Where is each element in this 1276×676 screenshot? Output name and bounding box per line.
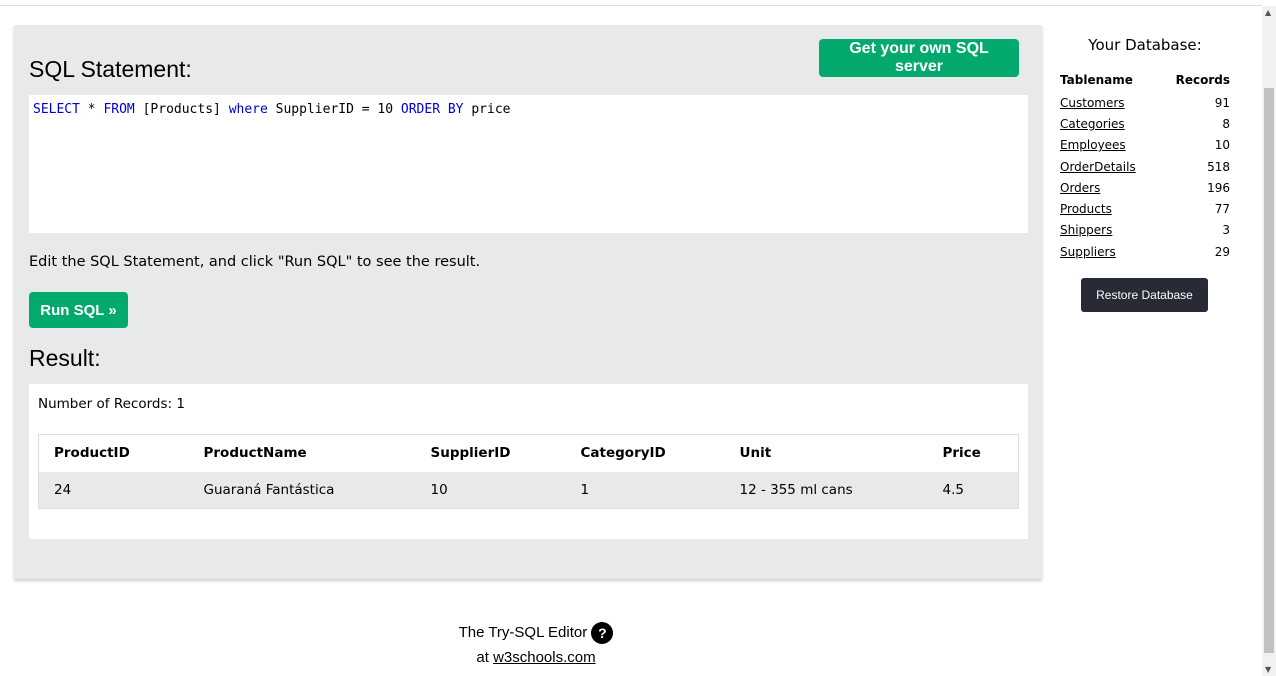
database-row: Employees 10	[1059, 135, 1231, 156]
scrollbar[interactable]: ▲ ▼	[1262, 6, 1276, 676]
sql-heading: SQL Statement:	[29, 56, 192, 82]
database-row: Orders 196	[1059, 177, 1231, 198]
scroll-up-icon[interactable]: ▲	[1265, 8, 1271, 17]
result-table: ProductID ProductName SupplierID CategoryID…	[38, 434, 1019, 509]
col-records: Records	[1175, 73, 1230, 87]
tablename-cell: Customers	[1059, 92, 1159, 113]
tablename-cell: Suppliers	[1059, 241, 1159, 262]
records-count: 10	[1214, 138, 1230, 153]
tablename-cell: Shippers	[1059, 220, 1159, 241]
database-row: OrderDetails 518	[1059, 156, 1231, 177]
database-row: Categories 8	[1059, 113, 1231, 134]
sql-text: [Products]	[134, 102, 229, 117]
column-header: ProductID	[54, 445, 130, 462]
table-cell: 10	[415, 471, 566, 509]
scrollbar-thumb[interactable]	[1264, 88, 1274, 653]
result-panel: Number of Records: 1 ProductID ProductNam…	[29, 384, 1028, 539]
restore-database-button[interactable]: Restore Database	[1081, 278, 1208, 312]
table-link[interactable]: Employees	[1060, 138, 1126, 152]
database-table: Tablename Records Customers 91 Categories 8…	[1059, 72, 1231, 262]
footer-title: The Try-SQL Editor	[458, 624, 588, 641]
records-count: 29	[1214, 244, 1230, 259]
sql-text: *	[79, 102, 104, 117]
table-link[interactable]: Customers	[1060, 96, 1125, 110]
sql-text: SupplierID = 10	[267, 102, 401, 117]
col-tablename: Tablename	[1060, 73, 1133, 87]
table-cell: 12 - 355 ml cans	[724, 471, 928, 509]
records-count: 91	[1214, 95, 1230, 110]
database-row: Suppliers 29	[1059, 241, 1231, 262]
records-count: 518	[1207, 159, 1230, 174]
table-row: 24 Guaraná Fantástica 10 1 12 - 355 ml cans 4…	[38, 471, 1019, 509]
database-title: Your Database:	[1088, 36, 1202, 54]
help-icon[interactable]: ?	[591, 622, 614, 645]
table-link[interactable]: Suppliers	[1060, 245, 1116, 259]
run-sql-button[interactable]: Run SQL »	[29, 292, 128, 328]
sql-keyword: FROM	[103, 102, 135, 117]
table-link[interactable]: OrderDetails	[1060, 160, 1136, 174]
editor-panel: SQL Statement: Get your own SQL server S…	[14, 25, 1042, 579]
result-heading: Result:	[29, 345, 101, 371]
get-sql-server-button[interactable]: Get your own SQL server	[819, 39, 1019, 77]
footer-at: at	[476, 649, 489, 666]
column-header: CategoryID	[580, 445, 666, 462]
column-header: ProductName	[203, 445, 307, 462]
records-count: 77	[1214, 202, 1230, 217]
database-row: Products 77	[1059, 198, 1231, 219]
table-cell: 1	[565, 471, 725, 509]
tablename-cell: Products	[1059, 198, 1159, 219]
records-count: 3	[1222, 223, 1230, 238]
column-header: SupplierID	[430, 445, 511, 462]
hint-text: Edit the SQL Statement, and click "Run S…	[29, 254, 481, 270]
table-cell: Guaraná Fantástica	[188, 471, 416, 509]
tablename-cell: OrderDetails	[1059, 156, 1159, 177]
records-count: 196	[1207, 180, 1230, 195]
column-header: Unit	[739, 445, 772, 462]
table-link[interactable]: Shippers	[1060, 223, 1112, 237]
sql-editor[interactable]: SELECT * FROM [Products] where SupplierI…	[29, 95, 1028, 233]
sql-keyword: where	[228, 102, 268, 117]
sql-text: price	[463, 102, 511, 117]
database-row: Shippers 3	[1059, 220, 1231, 241]
record-count: Number of Records: 1	[38, 396, 185, 412]
sql-keyword: SELECT	[33, 102, 80, 117]
column-header: Price	[942, 445, 981, 462]
tablename-cell: Categories	[1059, 113, 1159, 134]
w3schools-link[interactable]: w3schools.com	[493, 649, 596, 666]
sql-keyword: ORDER BY	[400, 102, 464, 117]
top-divider	[0, 0, 1262, 6]
database-sidebar: Your Database: Tablename Records Custome…	[1059, 36, 1231, 262]
table-link[interactable]: Products	[1060, 202, 1112, 216]
records-count: 8	[1222, 116, 1230, 131]
tablename-cell: Orders	[1059, 177, 1159, 198]
tablename-cell: Employees	[1059, 135, 1159, 156]
table-link[interactable]: Categories	[1060, 117, 1125, 131]
database-row: Customers 91	[1059, 92, 1231, 113]
table-cell: 4.5	[927, 471, 1019, 509]
footer: The Try-SQL Editor ? at w3schools.com	[0, 620, 1072, 670]
scroll-down-icon[interactable]: ▼	[1265, 665, 1271, 674]
table-link[interactable]: Orders	[1060, 181, 1100, 195]
table-cell: 24	[38, 471, 189, 509]
